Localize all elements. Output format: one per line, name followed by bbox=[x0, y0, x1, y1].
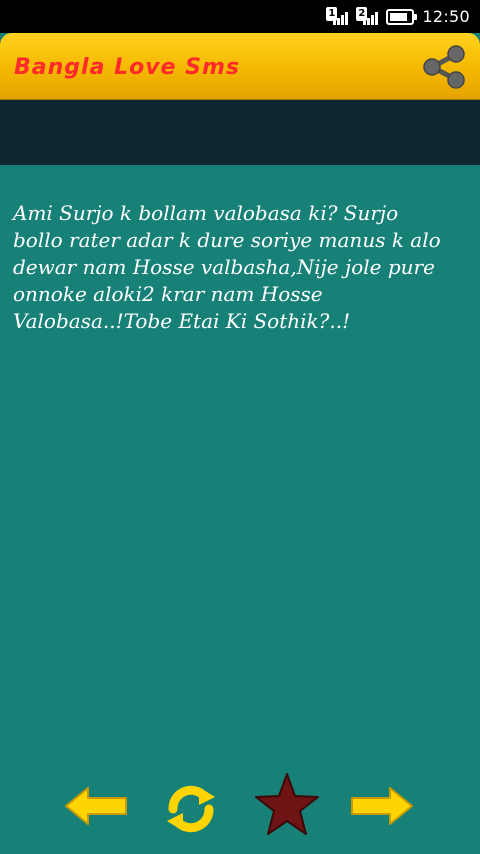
sim1-signal-icon: 1 bbox=[326, 6, 349, 27]
sim2-signal-icon: 2 bbox=[356, 6, 379, 27]
ad-banner-area bbox=[0, 100, 480, 165]
share-icon[interactable] bbox=[418, 41, 470, 93]
battery-fill bbox=[390, 12, 408, 21]
app-title: Bangla Love Sms bbox=[14, 55, 240, 80]
status-icons: 1 2 12:50 bbox=[326, 6, 480, 27]
star-icon[interactable] bbox=[254, 772, 320, 842]
app-bar: Bangla Love Sms bbox=[0, 33, 480, 102]
sms-message-text: Ami Surjo k bollam valobasa ki? Surjo bo… bbox=[13, 201, 441, 333]
bottom-controls bbox=[0, 772, 480, 842]
status-bar: 1 2 12:50 bbox=[0, 0, 480, 33]
refresh-icon[interactable] bbox=[161, 779, 221, 843]
arrow-left-icon[interactable] bbox=[64, 786, 128, 830]
status-time: 12:50 bbox=[422, 7, 470, 26]
arrow-right-icon[interactable] bbox=[350, 786, 414, 830]
battery-icon bbox=[386, 8, 418, 25]
